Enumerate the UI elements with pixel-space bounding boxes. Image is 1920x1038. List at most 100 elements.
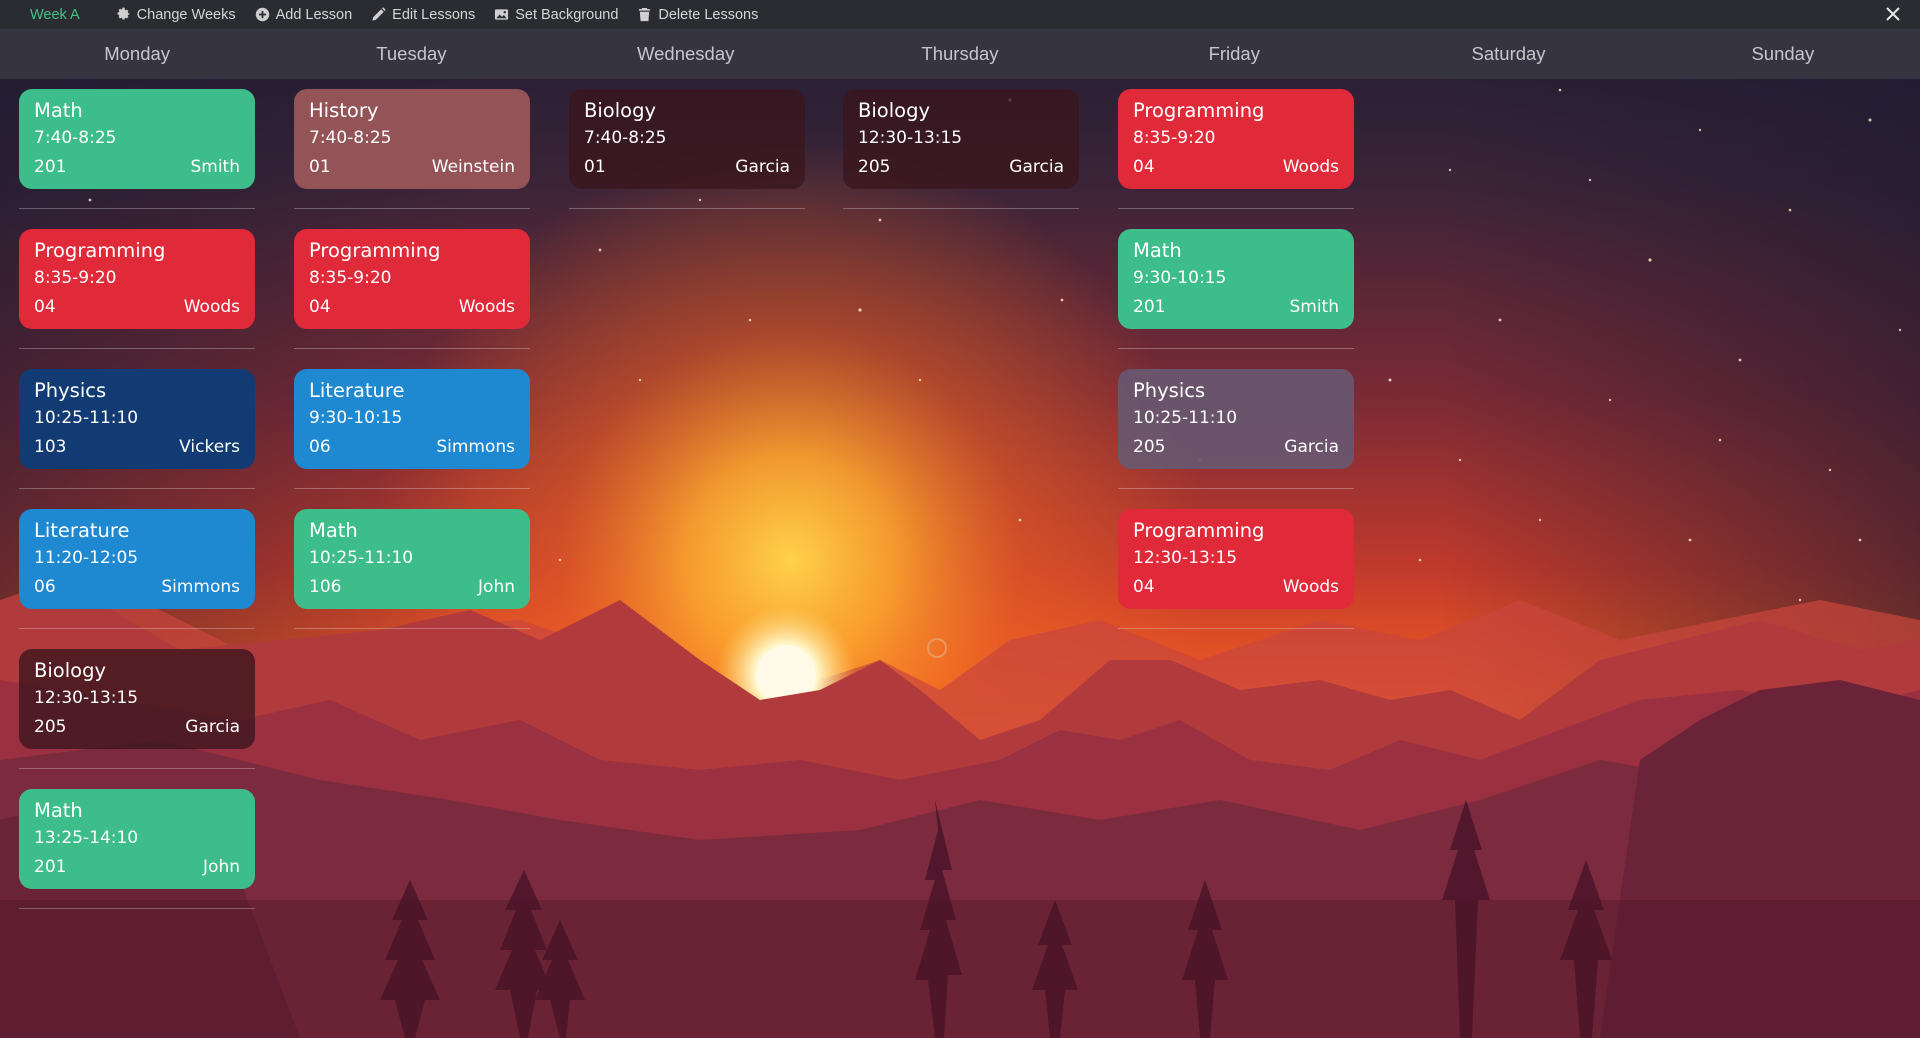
lesson-teacher: Woods — [1282, 157, 1339, 177]
lesson-time: 9:30-10:15 — [1133, 268, 1227, 288]
day-wednesday: Wednesday — [637, 43, 735, 64]
lesson-time: 8:35-9:20 — [1133, 128, 1216, 148]
add-lesson-label: Add Lesson — [275, 6, 353, 23]
lesson-teacher: Woods — [1282, 577, 1339, 597]
lesson-time: 11:20-12:05 — [34, 548, 139, 568]
lesson-card[interactable]: Programming 12:30-13:15 04 Woods — [1118, 509, 1354, 629]
lesson-room: 106 — [309, 577, 342, 597]
lesson-teacher: Smith — [1289, 297, 1339, 317]
day-header: Monday Tuesday Wednesday Thursday Friday… — [0, 29, 1920, 79]
lesson-time: 7:40-8:25 — [584, 128, 667, 148]
lesson-time: 7:40-8:25 — [34, 128, 117, 148]
lesson-time: 12:30-13:15 — [34, 688, 139, 708]
lesson-card[interactable]: History 7:40-8:25 01 Weinstein — [294, 89, 530, 209]
lesson-card[interactable]: Literature 11:20-12:05 06 Simmons — [19, 509, 255, 629]
lesson-time: 13:25-14:10 — [34, 828, 139, 848]
lesson-time: 10:25-11:10 — [34, 408, 139, 428]
lesson-teacher: Simmons — [436, 437, 515, 457]
lesson-time: 12:30-13:15 — [1133, 548, 1238, 568]
lesson-subject: Programming — [34, 239, 166, 262]
lesson-teacher: Garcia — [1284, 437, 1339, 457]
lesson-card[interactable]: Math 7:40-8:25 201 Smith — [19, 89, 255, 209]
edit-lessons-label: Edit Lessons — [392, 6, 476, 23]
lesson-room: 04 — [34, 297, 56, 317]
week-selector[interactable]: Week A — [30, 7, 80, 23]
delete-lessons-label: Delete Lessons — [658, 6, 759, 23]
lesson-teacher: Garcia — [185, 717, 240, 737]
lesson-room: 01 — [309, 157, 331, 177]
set-background-label: Set Background — [515, 6, 619, 23]
lesson-teacher: Woods — [183, 297, 240, 317]
add-lesson-button[interactable]: Add Lesson — [255, 6, 353, 23]
edit-lessons-button[interactable]: Edit Lessons — [371, 7, 475, 23]
day-saturday: Saturday — [1471, 43, 1546, 64]
lesson-room: 201 — [34, 857, 67, 877]
lesson-card[interactable]: Physics 10:25-11:10 103 Vickers — [19, 369, 255, 489]
lesson-time: 8:35-9:20 — [34, 268, 117, 288]
lesson-card[interactable]: Programming 8:35-9:20 04 Woods — [1118, 89, 1354, 209]
lesson-subject: Literature — [309, 379, 405, 402]
delete-lessons-button[interactable]: Delete Lessons — [637, 7, 758, 23]
lesson-room: 04 — [309, 297, 331, 317]
lesson-teacher: Simmons — [161, 577, 240, 597]
lesson-subject: History — [309, 99, 379, 122]
day-tuesday: Tuesday — [376, 43, 447, 64]
column-friday: Programming 8:35-9:20 04 Woods Math 9:30-10:1… — [1118, 89, 1354, 649]
lesson-subject: Biology — [858, 99, 930, 122]
change-weeks-button[interactable]: Change Weeks — [116, 7, 236, 23]
column-tuesday: History 7:40-8:25 01 Weinstein Programming 8:… — [294, 89, 530, 649]
lesson-subject: Physics — [34, 379, 107, 402]
lesson-time: 9:30-10:15 — [309, 408, 403, 428]
lesson-teacher: John — [478, 577, 515, 597]
lesson-card[interactable]: Math 9:30-10:15 201 Smith — [1118, 229, 1354, 349]
lesson-room: 201 — [34, 157, 67, 177]
day-thursday: Thursday — [921, 43, 999, 64]
lesson-time: 10:25-11:10 — [309, 548, 414, 568]
lesson-teacher: Weinstein — [431, 157, 515, 177]
lesson-card[interactable]: Math 13:25-14:10 201 John — [19, 789, 255, 909]
lesson-teacher: Garcia — [1009, 157, 1064, 177]
lesson-subject: Programming — [1133, 519, 1265, 542]
column-thursday: Biology 12:30-13:15 205 Garcia — [843, 89, 1079, 229]
lesson-card[interactable]: Biology 7:40-8:25 01 Garcia — [569, 89, 805, 209]
lesson-card[interactable]: Physics 10:25-11:10 205 Garcia — [1118, 369, 1354, 489]
lesson-card[interactable]: Programming 8:35-9:20 04 Woods — [294, 229, 530, 349]
lesson-time: 10:25-11:10 — [1133, 408, 1238, 428]
lesson-room: 205 — [1133, 437, 1166, 457]
lesson-time: 7:40-8:25 — [309, 128, 392, 148]
lesson-teacher: Vickers — [179, 437, 240, 457]
lesson-subject: Programming — [309, 239, 441, 262]
lesson-subject: Biology — [584, 99, 656, 122]
day-friday: Friday — [1208, 43, 1260, 64]
lesson-card[interactable]: Literature 9:30-10:15 06 Simmons — [294, 369, 530, 489]
lesson-room: 205 — [34, 717, 67, 737]
lesson-subject: Math — [34, 799, 83, 822]
lesson-card[interactable]: Biology 12:30-13:15 205 Garcia — [19, 649, 255, 769]
top-toolbar: Week A Change Weeks Add Lesson Edit Less… — [0, 0, 1920, 29]
lesson-subject: Math — [309, 519, 358, 542]
lesson-subject: Literature — [34, 519, 130, 542]
column-wednesday: Biology 7:40-8:25 01 Garcia — [569, 89, 805, 229]
column-monday: Math 7:40-8:25 201 Smith Programming 8:35-9:2… — [19, 89, 255, 929]
lesson-room: 01 — [584, 157, 606, 177]
set-background-button[interactable]: Set Background — [494, 7, 618, 23]
lesson-teacher: Garcia — [735, 157, 790, 177]
lesson-room: 04 — [1133, 577, 1155, 597]
trash-icon — [639, 7, 651, 22]
lesson-card[interactable]: Biology 12:30-13:15 205 Garcia — [843, 89, 1079, 209]
lesson-card[interactable]: Programming 8:35-9:20 04 Woods — [19, 229, 255, 349]
gear-icon — [117, 7, 130, 20]
change-weeks-label: Change Weeks — [136, 6, 236, 23]
lesson-teacher: Smith — [190, 157, 240, 177]
lesson-room: 06 — [34, 577, 56, 597]
lesson-subject: Physics — [1133, 379, 1206, 402]
lesson-subject: Biology — [34, 659, 106, 682]
lesson-subject: Math — [34, 99, 83, 122]
image-icon — [495, 9, 509, 20]
lesson-room: 04 — [1133, 157, 1155, 177]
lesson-card[interactable]: Math 10:25-11:10 106 John — [294, 509, 530, 629]
lesson-subject: Math — [1133, 239, 1182, 262]
lesson-teacher: Woods — [458, 297, 515, 317]
lesson-time: 12:30-13:15 — [858, 128, 963, 148]
close-icon[interactable] — [1884, 5, 1902, 23]
